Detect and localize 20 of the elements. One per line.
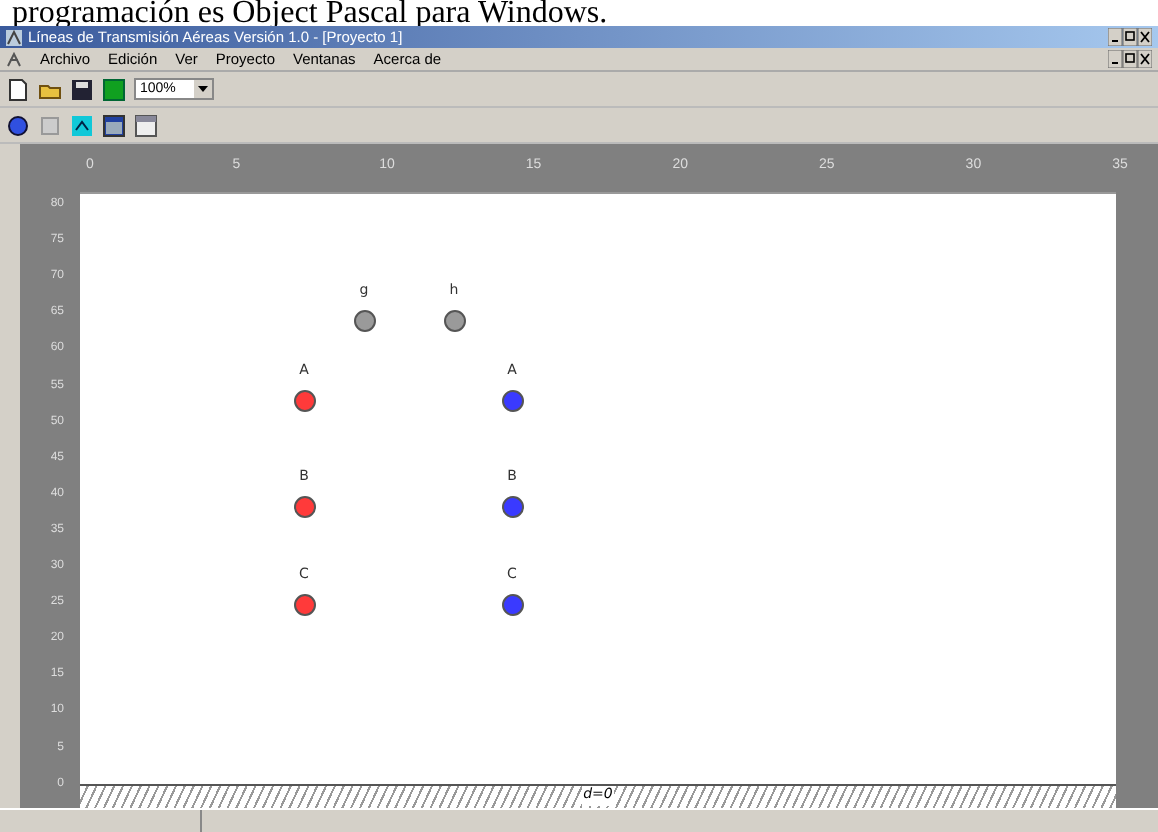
conductor-node[interactable] <box>293 496 315 518</box>
conductor-node[interactable] <box>293 594 315 616</box>
conductor-node[interactable] <box>293 390 315 412</box>
circle-icon[interactable] <box>6 113 30 137</box>
window-controls-icon[interactable] <box>1108 50 1152 68</box>
app-icon <box>6 51 22 67</box>
new-file-icon[interactable] <box>6 77 30 101</box>
square-icon[interactable] <box>102 77 126 101</box>
app-icon <box>6 29 22 45</box>
conductor-node[interactable] <box>501 594 523 616</box>
caret-icon <box>194 80 212 98</box>
document-text: programación es Object Pascal para Windows. <box>10 0 610 26</box>
conductor-node[interactable] <box>443 310 465 332</box>
conductor-node[interactable] <box>353 310 375 332</box>
conductor-node[interactable] <box>501 390 523 412</box>
window-icon[interactable] <box>102 113 126 137</box>
save-icon[interactable] <box>70 77 94 101</box>
window-icon[interactable] <box>134 113 158 137</box>
window-controls-icon[interactable] <box>1108 28 1152 46</box>
conductor-node[interactable] <box>501 496 523 518</box>
